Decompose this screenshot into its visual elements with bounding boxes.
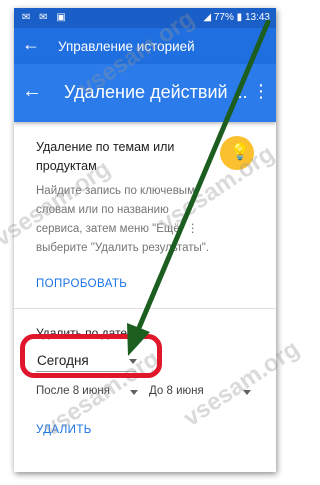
arrow-head — [127, 323, 150, 356]
annotation-arrow — [127, 19, 271, 356]
arrow-shaft — [133, 19, 271, 338]
